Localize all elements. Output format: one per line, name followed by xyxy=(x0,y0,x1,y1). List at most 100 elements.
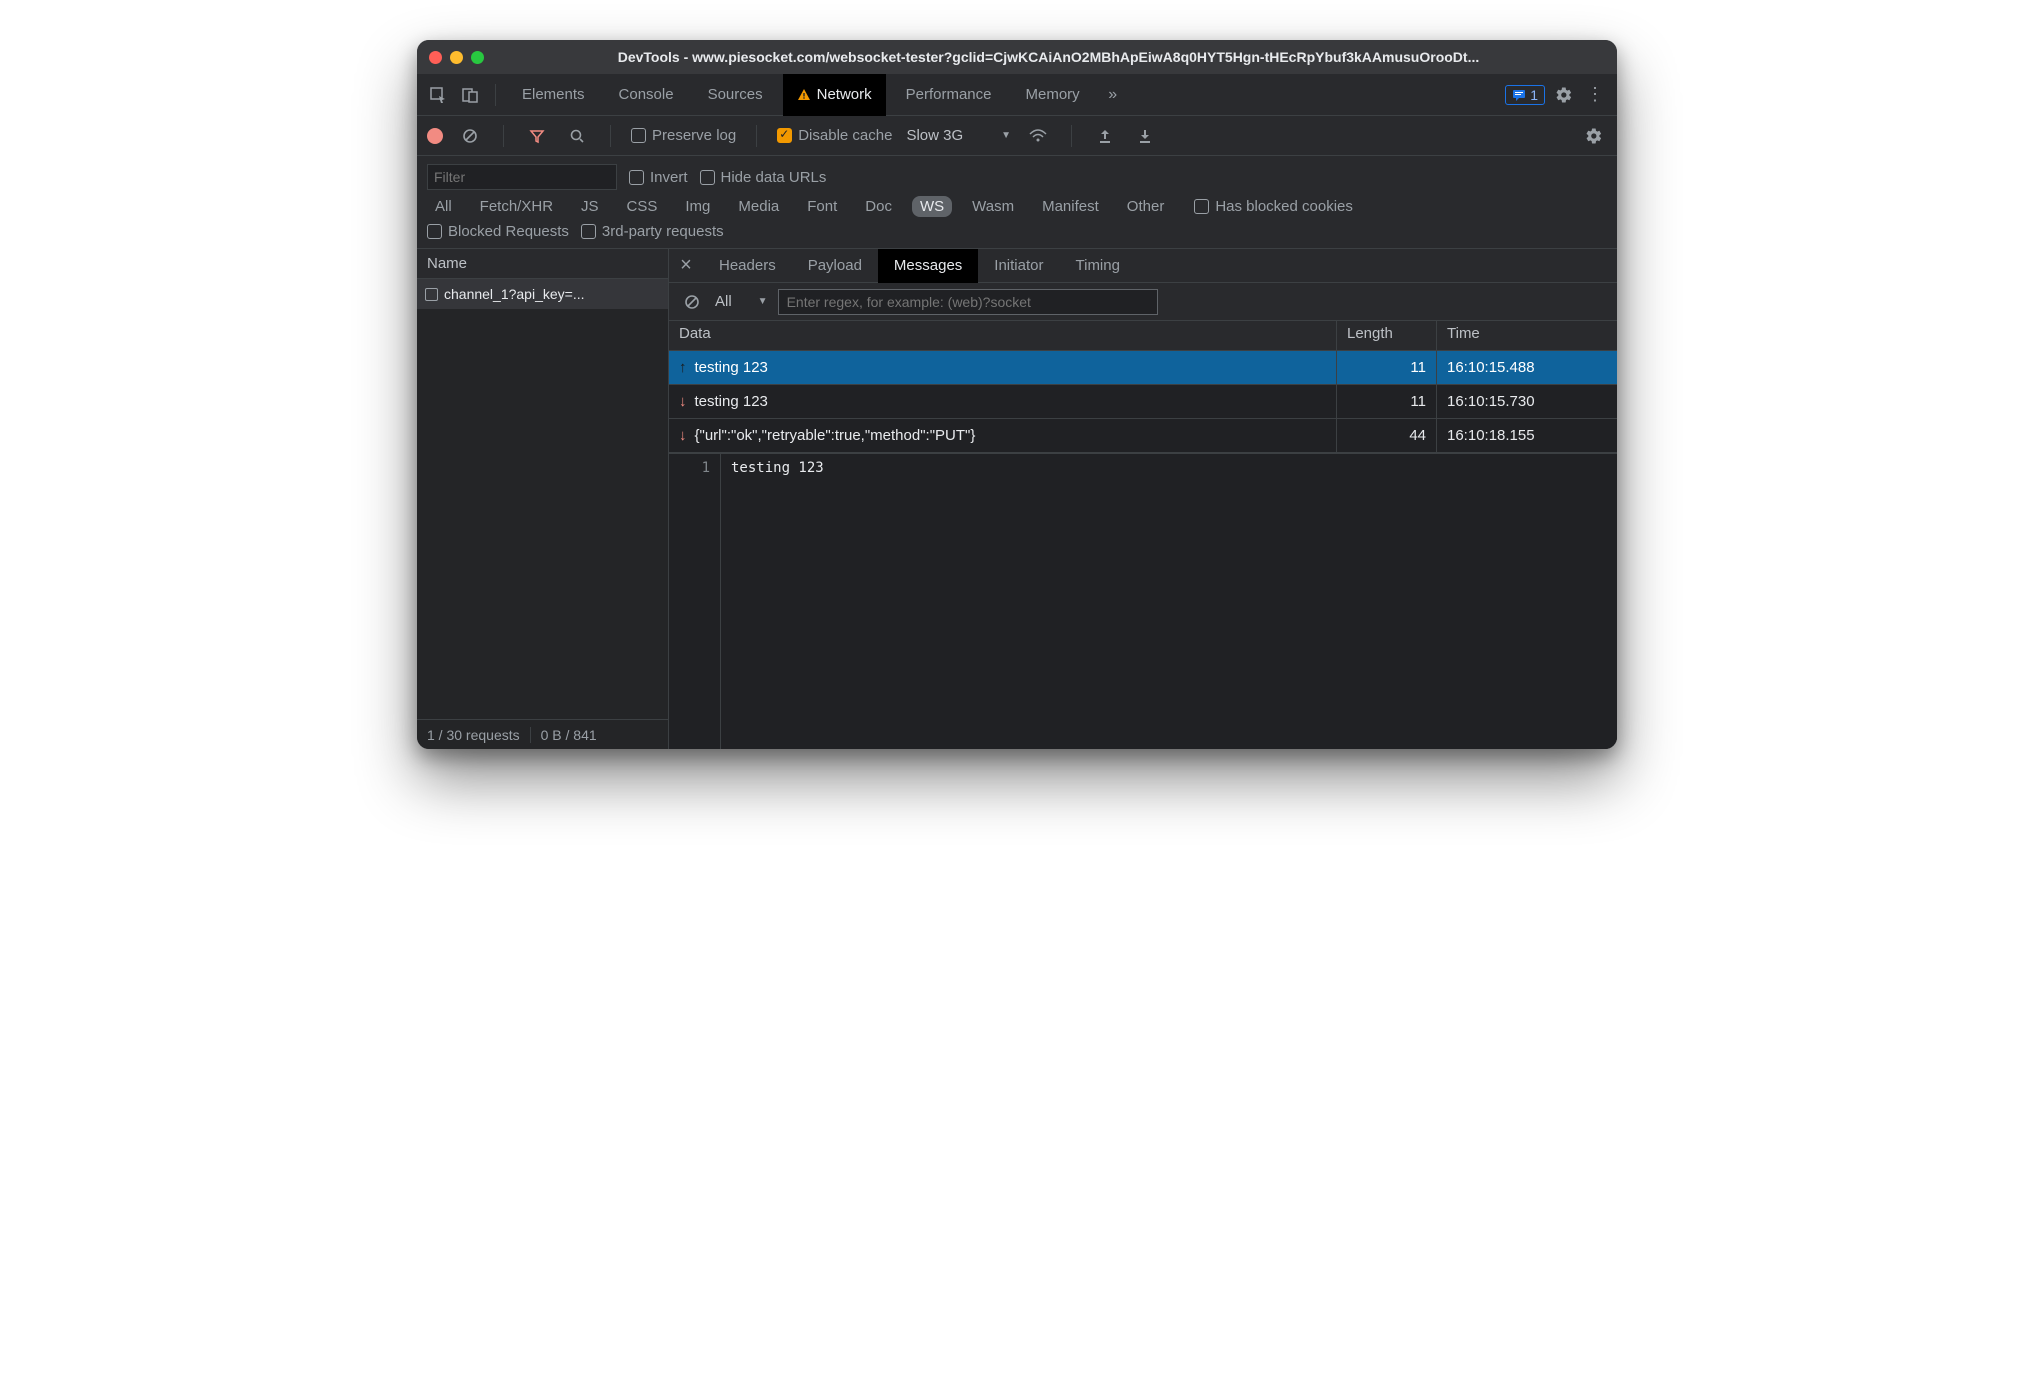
tab-sources[interactable]: Sources xyxy=(694,74,777,116)
search-icon[interactable] xyxy=(564,123,590,149)
request-row[interactable]: channel_1?api_key=... xyxy=(417,279,668,309)
detail-tab-initiator[interactable]: Initiator xyxy=(978,249,1059,283)
divider xyxy=(503,125,504,147)
messages-table-header: Data Length Time xyxy=(669,321,1617,351)
message-data: {"url":"ok","retryable":true,"method":"P… xyxy=(695,427,976,444)
tab-network[interactable]: Network xyxy=(783,74,886,116)
message-time: 16:10:15.488 xyxy=(1437,351,1617,384)
message-row[interactable]: testing 123 11 16:10:15.730 xyxy=(669,385,1617,419)
col-header-data[interactable]: Data xyxy=(669,321,1337,350)
hide-data-urls-label: Hide data URLs xyxy=(721,169,827,186)
divider xyxy=(495,84,496,106)
titlebar: DevTools - www.piesocket.com/websocket-t… xyxy=(417,40,1617,74)
transfer-size: 0 B / 841 xyxy=(541,727,597,743)
warning-icon xyxy=(797,88,811,102)
download-har-icon[interactable] xyxy=(1132,123,1158,149)
hide-data-urls-checkbox[interactable]: Hide data URLs xyxy=(700,169,827,186)
type-filter-manifest[interactable]: Manifest xyxy=(1034,196,1107,217)
tab-network-label: Network xyxy=(817,86,872,103)
invert-label: Invert xyxy=(650,169,688,186)
clear-icon[interactable] xyxy=(457,123,483,149)
message-data: testing 123 xyxy=(695,359,768,376)
third-party-requests-checkbox[interactable]: 3rd-party requests xyxy=(581,223,724,240)
type-filter-wasm[interactable]: Wasm xyxy=(964,196,1022,217)
network-conditions-icon[interactable] xyxy=(1025,123,1051,149)
divider xyxy=(1071,125,1072,147)
type-filter-img[interactable]: Img xyxy=(677,196,718,217)
col-header-time[interactable]: Time xyxy=(1437,321,1617,350)
detail-tab-timing[interactable]: Timing xyxy=(1060,249,1136,283)
detail-tab-payload[interactable]: Payload xyxy=(792,249,878,283)
detail-tab-headers[interactable]: Headers xyxy=(703,249,792,283)
type-filter-doc[interactable]: Doc xyxy=(857,196,900,217)
maximize-window-button[interactable] xyxy=(471,51,484,64)
disable-cache-checkbox[interactable]: Disable cache xyxy=(777,127,892,144)
settings-icon[interactable] xyxy=(1551,82,1577,108)
tab-elements[interactable]: Elements xyxy=(508,74,599,116)
request-favicon-icon xyxy=(425,288,438,301)
message-length: 11 xyxy=(1337,351,1437,384)
issues-chip[interactable]: 1 xyxy=(1505,85,1545,105)
type-filter-other[interactable]: Other xyxy=(1119,196,1173,217)
filter-input[interactable] xyxy=(427,164,617,190)
divider xyxy=(610,125,611,147)
message-length: 11 xyxy=(1337,385,1437,418)
upload-har-icon[interactable] xyxy=(1092,123,1118,149)
type-filter-js[interactable]: JS xyxy=(573,196,607,217)
preserve-log-label: Preserve log xyxy=(652,127,736,144)
message-icon xyxy=(1512,89,1526,101)
record-button[interactable] xyxy=(427,128,443,144)
message-row[interactable]: {"url":"ok","retryable":true,"method":"P… xyxy=(669,419,1617,453)
devtools-window: DevTools - www.piesocket.com/websocket-t… xyxy=(417,40,1617,749)
message-length: 44 xyxy=(1337,419,1437,452)
blocked-requests-label: Blocked Requests xyxy=(448,223,569,240)
requests-status: 1 / 30 requests 0 B / 841 xyxy=(417,719,668,749)
has-blocked-cookies-label: Has blocked cookies xyxy=(1215,198,1353,215)
type-filter-all[interactable]: All xyxy=(427,196,460,217)
tab-memory[interactable]: Memory xyxy=(1012,74,1094,116)
chevron-down-icon: ▼ xyxy=(1001,130,1011,141)
arrow-down-icon xyxy=(679,393,687,410)
preserve-log-checkbox[interactable]: Preserve log xyxy=(631,127,736,144)
blocked-requests-checkbox[interactable]: Blocked Requests xyxy=(427,223,569,240)
detail-tab-messages[interactable]: Messages xyxy=(878,249,978,283)
device-toolbar-icon[interactable] xyxy=(457,82,483,108)
chevron-down-icon: ▼ xyxy=(758,296,768,307)
inspect-element-icon[interactable] xyxy=(425,82,451,108)
kebab-menu-icon[interactable]: ⋮ xyxy=(1583,82,1609,108)
panel-settings-icon[interactable] xyxy=(1581,123,1607,149)
clear-messages-icon[interactable] xyxy=(679,289,705,315)
tab-console[interactable]: Console xyxy=(605,74,688,116)
message-body[interactable]: testing 123 xyxy=(721,454,834,749)
col-header-length[interactable]: Length xyxy=(1337,321,1437,350)
divider xyxy=(756,125,757,147)
minimize-window-button[interactable] xyxy=(450,51,463,64)
request-count: 1 / 30 requests xyxy=(427,727,520,743)
line-number: 1 xyxy=(669,454,721,749)
messages-direction-value: All xyxy=(715,293,732,310)
traffic-lights xyxy=(429,51,484,64)
invert-checkbox[interactable]: Invert xyxy=(629,169,688,186)
type-filter-media[interactable]: Media xyxy=(730,196,787,217)
requests-header[interactable]: Name xyxy=(417,249,668,279)
message-time: 16:10:15.730 xyxy=(1437,385,1617,418)
type-filter-fetch-xhr[interactable]: Fetch/XHR xyxy=(472,196,561,217)
type-filter-css[interactable]: CSS xyxy=(619,196,666,217)
messages-regex-input[interactable] xyxy=(778,289,1158,315)
filter-icon[interactable] xyxy=(524,123,550,149)
message-data: testing 123 xyxy=(695,393,768,410)
detail-tabs: × Headers Payload Messages Initiator Tim… xyxy=(669,249,1617,283)
close-window-button[interactable] xyxy=(429,51,442,64)
tab-performance[interactable]: Performance xyxy=(892,74,1006,116)
more-tabs-icon[interactable]: » xyxy=(1100,82,1126,108)
close-detail-icon[interactable]: × xyxy=(669,254,703,277)
network-content: Name channel_1?api_key=... 1 / 30 reques… xyxy=(417,249,1617,749)
messages-direction-select[interactable]: All ▼ xyxy=(715,293,768,310)
message-row[interactable]: testing 123 11 16:10:15.488 xyxy=(669,351,1617,385)
type-filter-ws[interactable]: WS xyxy=(912,196,952,217)
throttling-select[interactable]: Slow 3G ▼ xyxy=(906,127,1011,144)
has-blocked-cookies-checkbox[interactable]: Has blocked cookies xyxy=(1194,198,1353,215)
message-time: 16:10:18.155 xyxy=(1437,419,1617,452)
throttling-value: Slow 3G xyxy=(906,127,963,144)
type-filter-font[interactable]: Font xyxy=(799,196,845,217)
